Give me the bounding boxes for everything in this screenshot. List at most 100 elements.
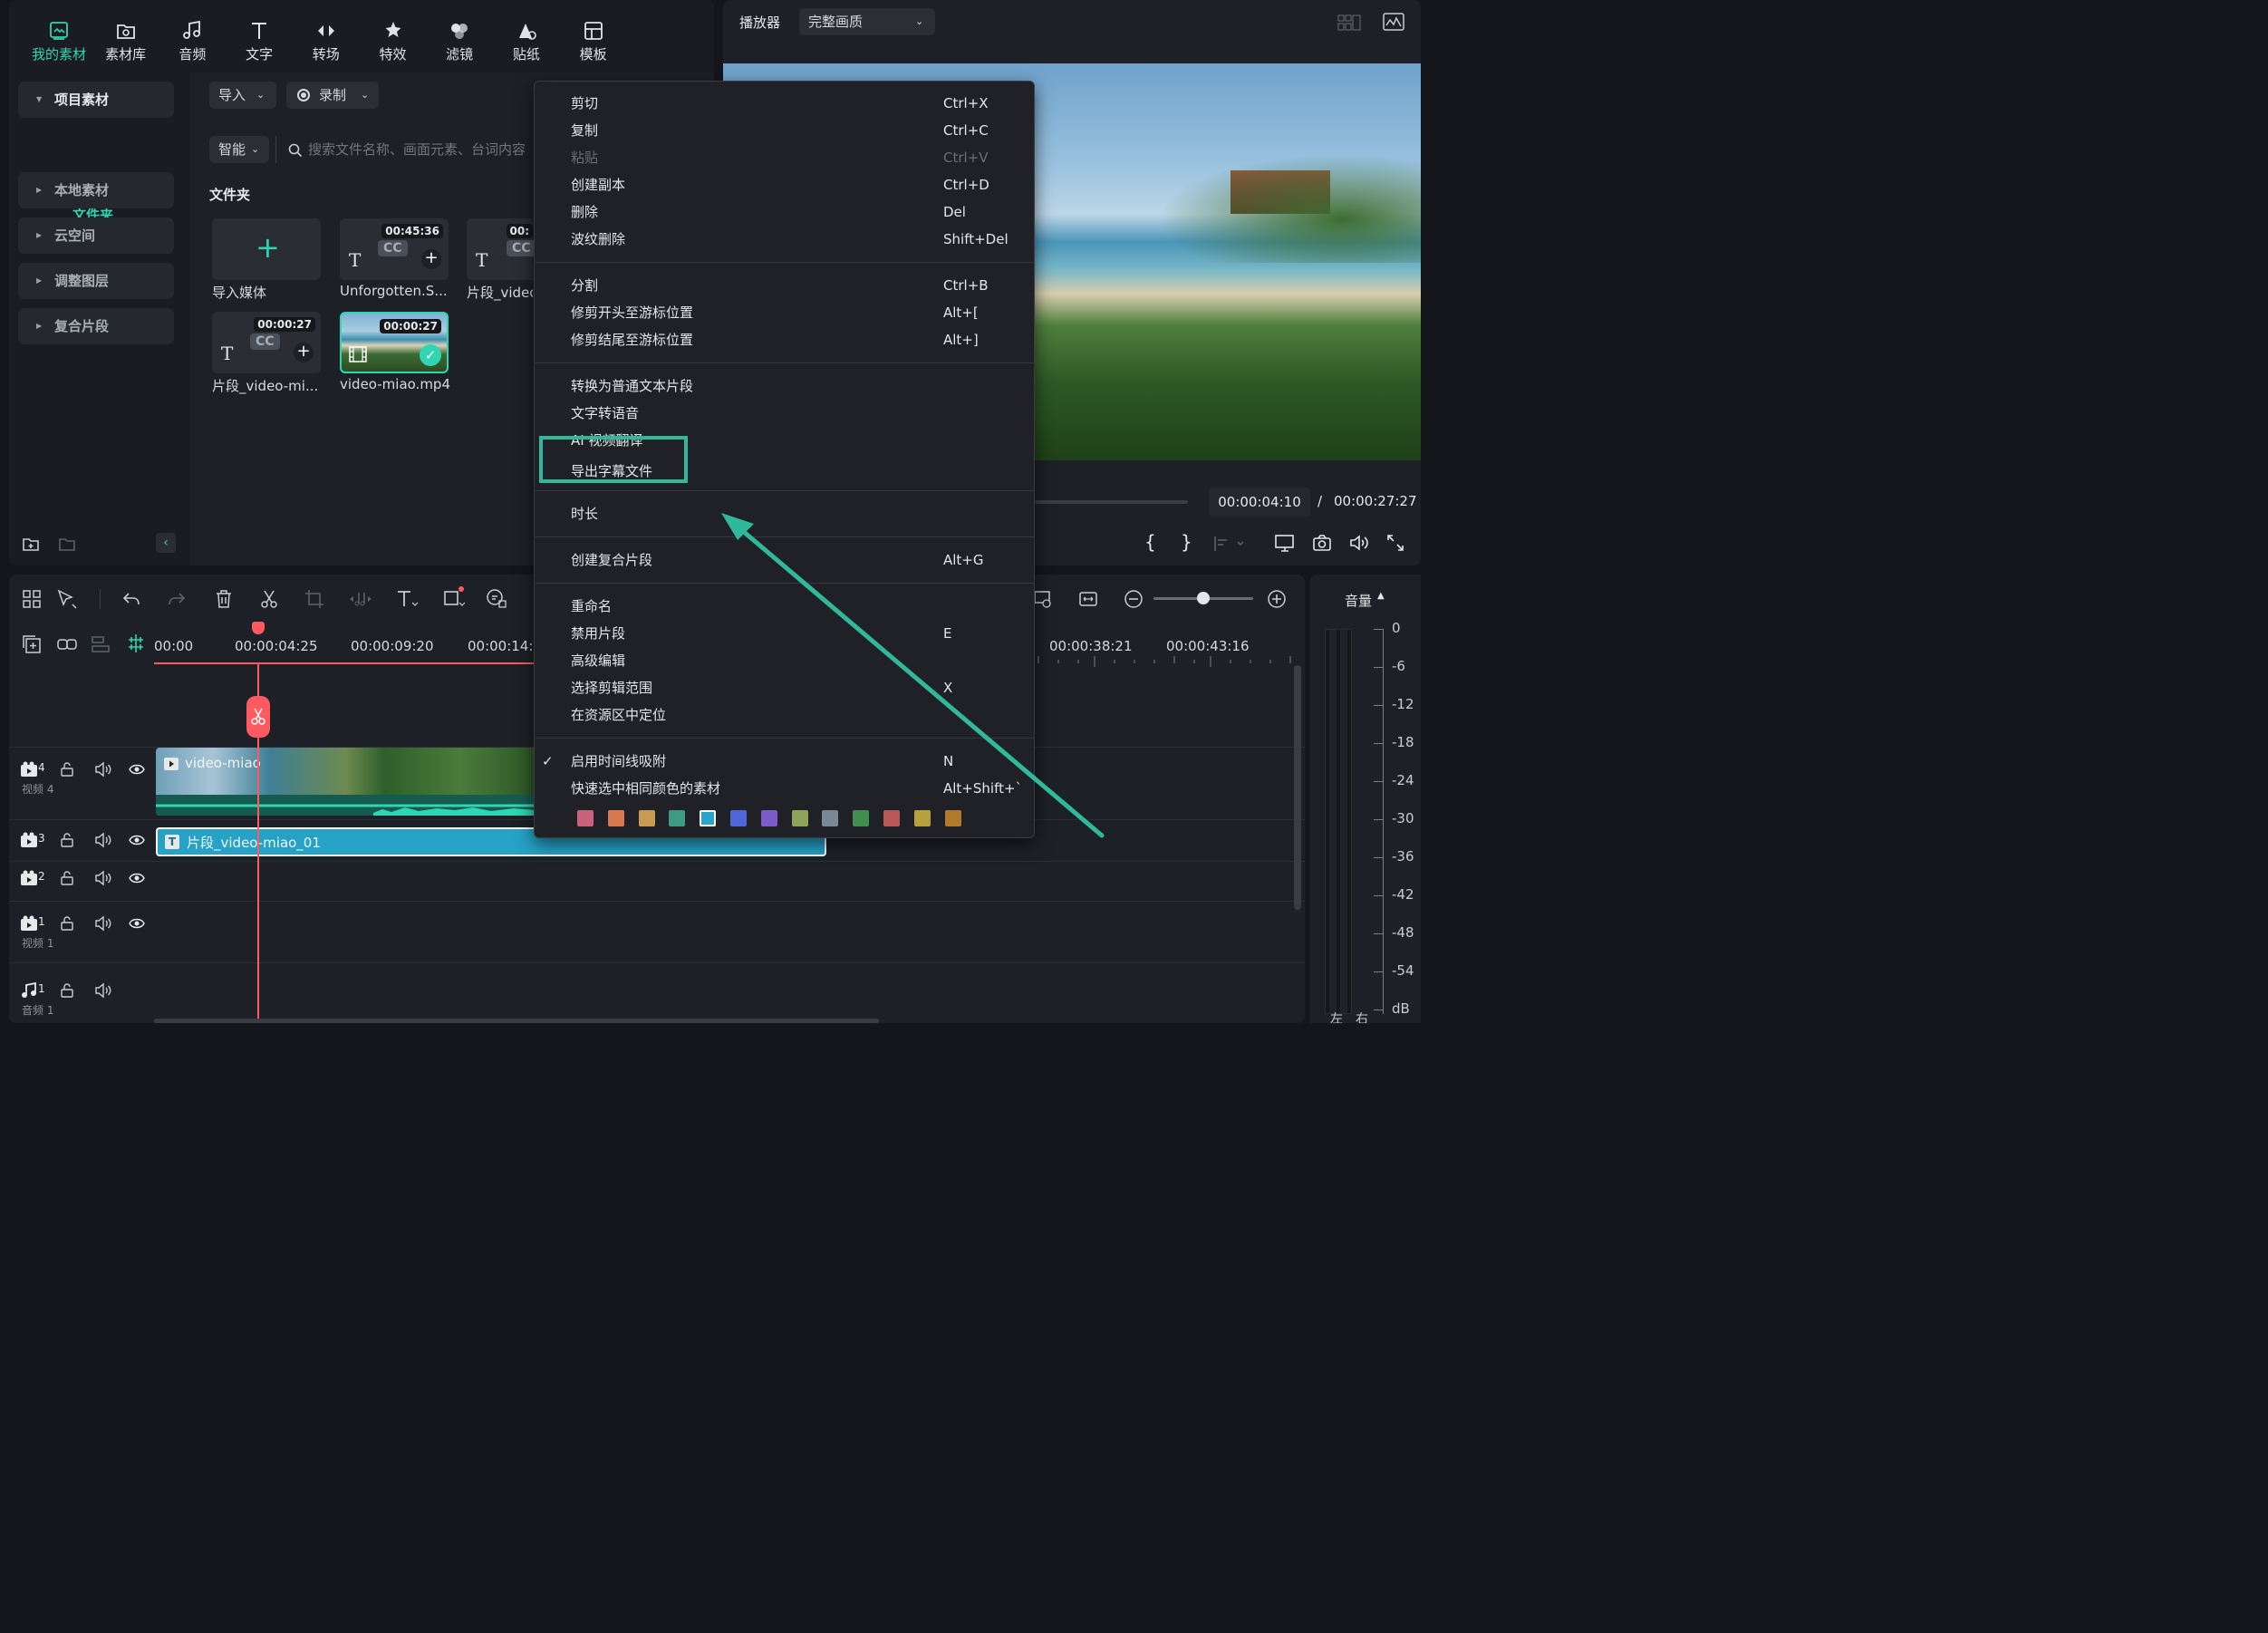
lock-icon[interactable]	[60, 871, 74, 885]
lock-icon[interactable]	[60, 833, 74, 847]
tab-music-note[interactable]: 音频	[160, 13, 224, 67]
tab-my-media[interactable]: 我的素材	[27, 13, 91, 67]
collapse-sidebar-button[interactable]: ‹	[156, 533, 176, 553]
duration-badge: 00:00:27	[254, 317, 315, 332]
ruler-tick-label: 00:00:43:16	[1166, 638, 1250, 654]
menu-item[interactable]: 文字转语音	[535, 400, 1034, 427]
meter-scale-label: -18	[1392, 734, 1414, 750]
tab-template[interactable]: 模板	[562, 13, 625, 67]
media-item-video[interactable]: 00:00:27 ✓	[340, 312, 449, 373]
menu-item[interactable]: 创建副本 Ctrl+D	[535, 171, 1034, 198]
display-settings-icon[interactable]	[1274, 534, 1296, 554]
lock-icon[interactable]	[60, 916, 74, 931]
caret-up-icon[interactable]: ▲	[1377, 591, 1385, 601]
eye-icon[interactable]	[129, 872, 145, 884]
audio-tool-icon[interactable]	[348, 589, 373, 609]
eye-icon[interactable]	[129, 763, 145, 776]
tab-filter[interactable]: 滤镜	[428, 13, 491, 67]
chevron-down-icon: ⌄	[361, 89, 370, 101]
quality-dropdown[interactable]: 完整画质 ⌄	[799, 8, 935, 35]
split-scissors-icon[interactable]	[259, 589, 279, 609]
split-playhead-button[interactable]	[246, 696, 270, 738]
grid-view-icon[interactable]	[1337, 14, 1361, 31]
link-icon[interactable]	[56, 634, 78, 654]
color-swatch[interactable]	[669, 810, 686, 826]
layout-icon[interactable]	[22, 589, 42, 609]
timeline-horizontal-scrollbar[interactable]	[154, 1019, 879, 1023]
sidebar-item-project-media[interactable]: ▼ 项目素材	[18, 82, 174, 118]
color-swatch[interactable]	[638, 810, 655, 826]
add-to-timeline-icon[interactable]: +	[294, 343, 314, 362]
menu-item[interactable]: 修剪开头至游标位置 Alt+[	[535, 299, 1034, 326]
redo-icon[interactable]	[167, 589, 187, 609]
select-tool-icon[interactable]	[56, 589, 78, 609]
tab-effects[interactable]: 特效	[362, 13, 425, 67]
shape-tool-icon[interactable]	[442, 585, 466, 609]
tab-library[interactable]: 素材库	[94, 13, 158, 67]
speaker-icon[interactable]	[94, 761, 112, 778]
color-swatch[interactable]	[607, 810, 624, 826]
menu-item[interactable]: 转换为普通文本片段	[535, 372, 1034, 400]
menu-item[interactable]: 波纹删除 Shift+Del	[535, 226, 1034, 253]
menu-item[interactable]: 修剪结尾至游标位置 Alt+]	[535, 326, 1034, 353]
delete-icon[interactable]	[214, 589, 234, 609]
zoom-slider-handle[interactable]	[1197, 592, 1210, 604]
menu-item[interactable]: 删除 Del	[535, 198, 1034, 226]
sidebar-item-cloud[interactable]: ▶ 云空间	[18, 217, 174, 254]
eye-icon[interactable]	[129, 917, 145, 930]
media-item-subtitle-clip[interactable]: 00: CC T	[467, 218, 536, 280]
meter-scale-label: dB	[1392, 1000, 1410, 1017]
media-item-subtitle[interactable]: 00:45:36 CC T +	[340, 218, 449, 280]
waveform-monitor-icon[interactable]	[1383, 13, 1404, 31]
record-dropdown[interactable]: 录制 ⌄	[286, 82, 379, 109]
speaker-icon[interactable]	[94, 982, 112, 999]
snap-magnet-icon[interactable]	[125, 633, 147, 654]
lock-icon[interactable]	[60, 762, 74, 777]
mark-out-button[interactable]: }	[1181, 531, 1192, 553]
tab-text[interactable]: 文字	[227, 13, 291, 67]
sidebar-item-local-media[interactable]: ▶ 本地素材	[18, 172, 174, 208]
import-dropdown[interactable]: 导入 ⌄	[209, 82, 276, 109]
tab-label: 转场	[312, 46, 340, 63]
eye-icon[interactable]	[129, 834, 145, 846]
speaker-icon[interactable]	[94, 915, 112, 932]
zoom-out-icon[interactable]	[1124, 589, 1144, 609]
menu-item[interactable]: 粘贴 Ctrl+V	[535, 144, 1034, 171]
speaker-icon[interactable]	[94, 870, 112, 886]
smart-filter-dropdown[interactable]: 智能 ⌄	[209, 136, 269, 163]
caret-right-icon: ▶	[36, 231, 43, 239]
new-folder-icon[interactable]	[22, 535, 40, 553]
menu-item[interactable]: 剪切 Ctrl+X	[535, 90, 1034, 117]
sidebar-item-compound-clip[interactable]: ▶ 复合片段	[18, 308, 174, 344]
search-input[interactable]	[308, 138, 535, 161]
lock-icon[interactable]	[60, 983, 74, 998]
ai-tool-icon[interactable]	[486, 587, 507, 609]
playhead-handle[interactable]	[252, 622, 265, 634]
library-icon	[116, 24, 135, 39]
undo-icon[interactable]	[121, 589, 141, 609]
fullscreen-icon[interactable]	[1386, 534, 1404, 552]
color-swatch[interactable]	[577, 810, 594, 826]
delete-folder-icon[interactable]	[58, 535, 76, 553]
zoom-in-icon[interactable]	[1267, 589, 1287, 609]
volume-icon[interactable]	[1348, 534, 1370, 552]
snapshot-icon[interactable]	[1312, 534, 1332, 552]
tab-sticker[interactable]: 贴纸	[495, 13, 558, 67]
import-media-tile[interactable]: +	[212, 218, 321, 280]
video-clip[interactable]: video-miao	[156, 748, 536, 816]
speaker-icon[interactable]	[94, 832, 112, 848]
sidebar-item-adjustment-layer[interactable]: ▶ 调整图层	[18, 263, 174, 299]
track-settings-icon[interactable]	[91, 634, 111, 654]
media-item-subtitle[interactable]: 00:00:27 CC T +	[212, 312, 321, 373]
insert-clip-icon[interactable]	[1212, 535, 1245, 553]
add-track-icon[interactable]	[22, 634, 42, 654]
text-tool-icon[interactable]	[395, 589, 419, 609]
menu-item[interactable]: 复制 Ctrl+C	[535, 117, 1034, 144]
crop-icon[interactable]	[304, 589, 324, 609]
add-to-timeline-icon[interactable]: +	[421, 249, 441, 269]
menu-item[interactable]: 分割 Ctrl+B	[535, 272, 1034, 299]
tab-transition[interactable]: 转场	[294, 13, 358, 67]
mark-in-button[interactable]: {	[1144, 531, 1156, 553]
menu-item[interactable]: 导出字幕文件	[535, 436, 1034, 485]
timeline-vertical-scrollbar[interactable]	[1294, 665, 1301, 910]
